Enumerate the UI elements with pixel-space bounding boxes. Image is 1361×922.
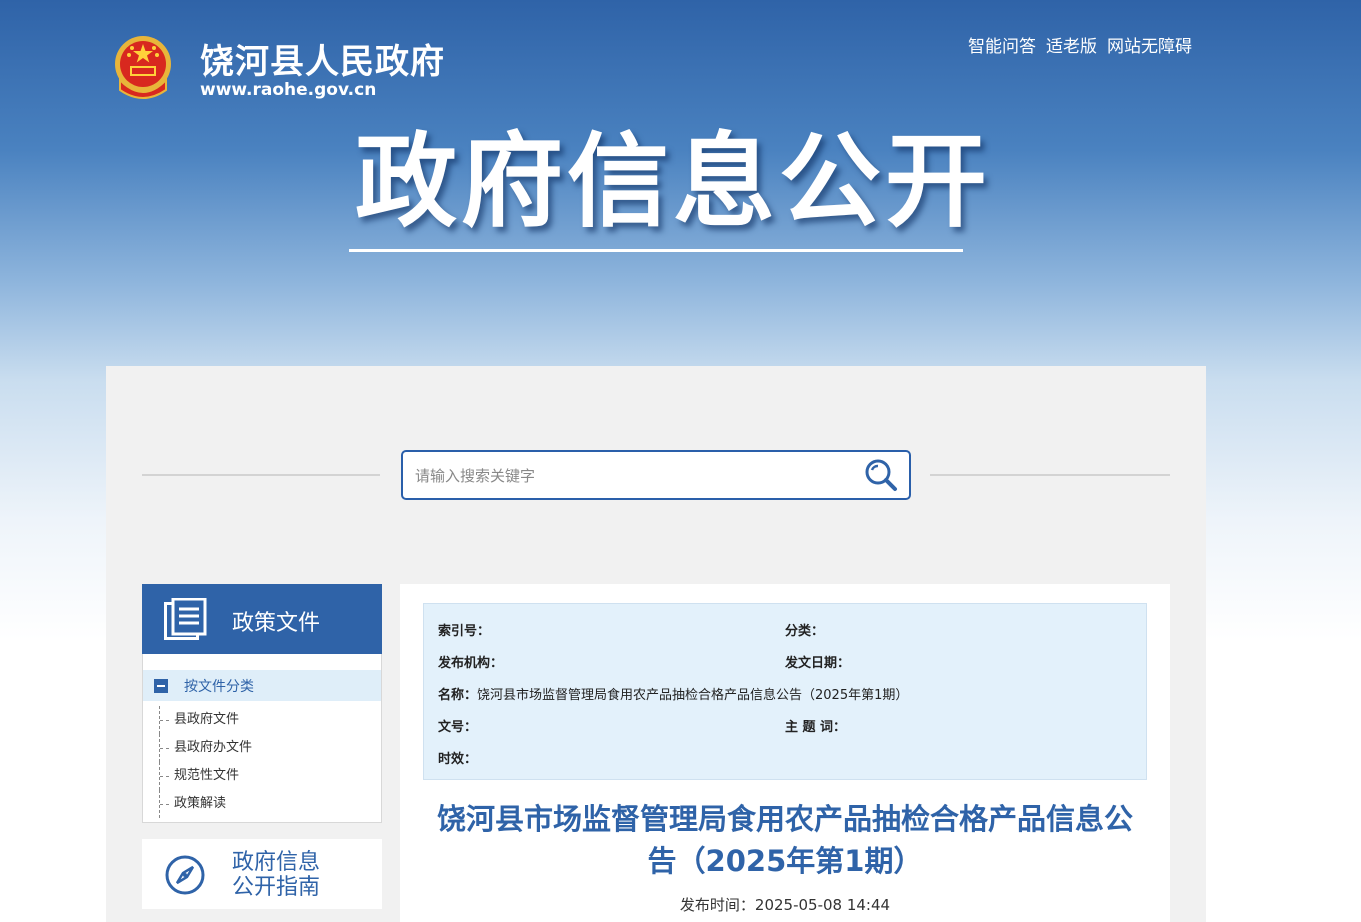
header-banner: 饶河县人民政府 www.raohe.gov.cn 智能问答 适老版 网站无障碍 … [0,0,1361,365]
publisher-label: 发布机构： [438,656,504,671]
sidebar: 政策文件 按文件分类 县政府文件 县政府办文件 规范性文件 政策解读 政府信息 [142,584,382,909]
sidebar-header: 政策文件 [142,584,382,654]
banner-title: 政府信息公开 [355,123,991,242]
search-input[interactable] [413,452,847,500]
top-links: 智能问答 适老版 网站无障碍 [968,32,1192,57]
guide-title-line1: 政府信息 [232,850,321,875]
disclosure-guide-link[interactable]: 政府信息 公开指南 [142,839,382,909]
sidebar-item-policy-interpretation[interactable]: 政策解读 [159,790,252,818]
search-divider-left [142,474,380,476]
doc-no-label: 文号： [438,720,478,735]
search-box [401,450,911,500]
collapse-icon[interactable] [154,679,168,693]
category-label: 按文件分类 [184,679,254,695]
documents-icon [164,598,207,640]
compass-icon [165,855,205,895]
site-url[interactable]: www.raohe.gov.cn [200,80,376,100]
top-link-elderly-mode[interactable]: 适老版 [1046,32,1097,57]
article-area: 索引号： 分类： 发布机构： 发文日期： 名称：饶河县市场监督管理局食用农产品抽… [400,584,1170,922]
publish-time: 发布时间：2025-05-08 14:44 [679,896,891,914]
sidebar-item-county-office-docs[interactable]: 县政府办文件 [159,734,252,762]
sidebar-item-county-gov-docs[interactable]: 县政府文件 [159,706,252,734]
top-link-ai-qa[interactable]: 智能问答 [968,32,1036,57]
guide-title: 政府信息 公开指南 [232,850,320,900]
sidebar-tree: 按文件分类 县政府文件 县政府办文件 规范性文件 政策解读 [142,654,382,823]
index-no-label: 索引号： [438,624,491,639]
keywords-label: 主 题 词： [785,720,847,735]
search-divider-right [930,474,1170,476]
sidebar-item-normative-docs[interactable]: 规范性文件 [159,762,252,790]
top-link-accessibility[interactable]: 网站无障碍 [1107,32,1192,57]
issue-date-label: 发文日期： [785,656,851,671]
content-panel: 政策文件 按文件分类 县政府文件 县政府办文件 规范性文件 政策解读 政府信息 [106,366,1206,922]
category-toggle[interactable]: 按文件分类 [143,670,381,701]
category-list: 县政府文件 县政府办文件 规范性文件 政策解读 [159,706,252,818]
site-name[interactable]: 饶河县人民政府 [200,34,445,83]
category-label: 分类： [785,624,825,639]
guide-title-line2: 公开指南 [232,875,321,900]
article-title: 饶河县市场监督管理局食用农产品抽检合格产品信息公告（2025年第1期） [436,802,1133,879]
metadata-box: 索引号： 分类： 发布机构： 发文日期： 名称：饶河县市场监督管理局食用农产品抽… [423,603,1147,780]
name-label: 名称： [438,688,478,703]
name-value: 饶河县市场监督管理局食用农产品抽检合格产品信息公告（2025年第1期） [477,688,909,703]
sidebar-title: 政策文件 [232,611,321,636]
banner-title-underline [349,249,963,252]
validity-label: 时效： [438,752,478,767]
national-emblem-icon [115,36,171,99]
search-icon[interactable] [863,458,899,492]
